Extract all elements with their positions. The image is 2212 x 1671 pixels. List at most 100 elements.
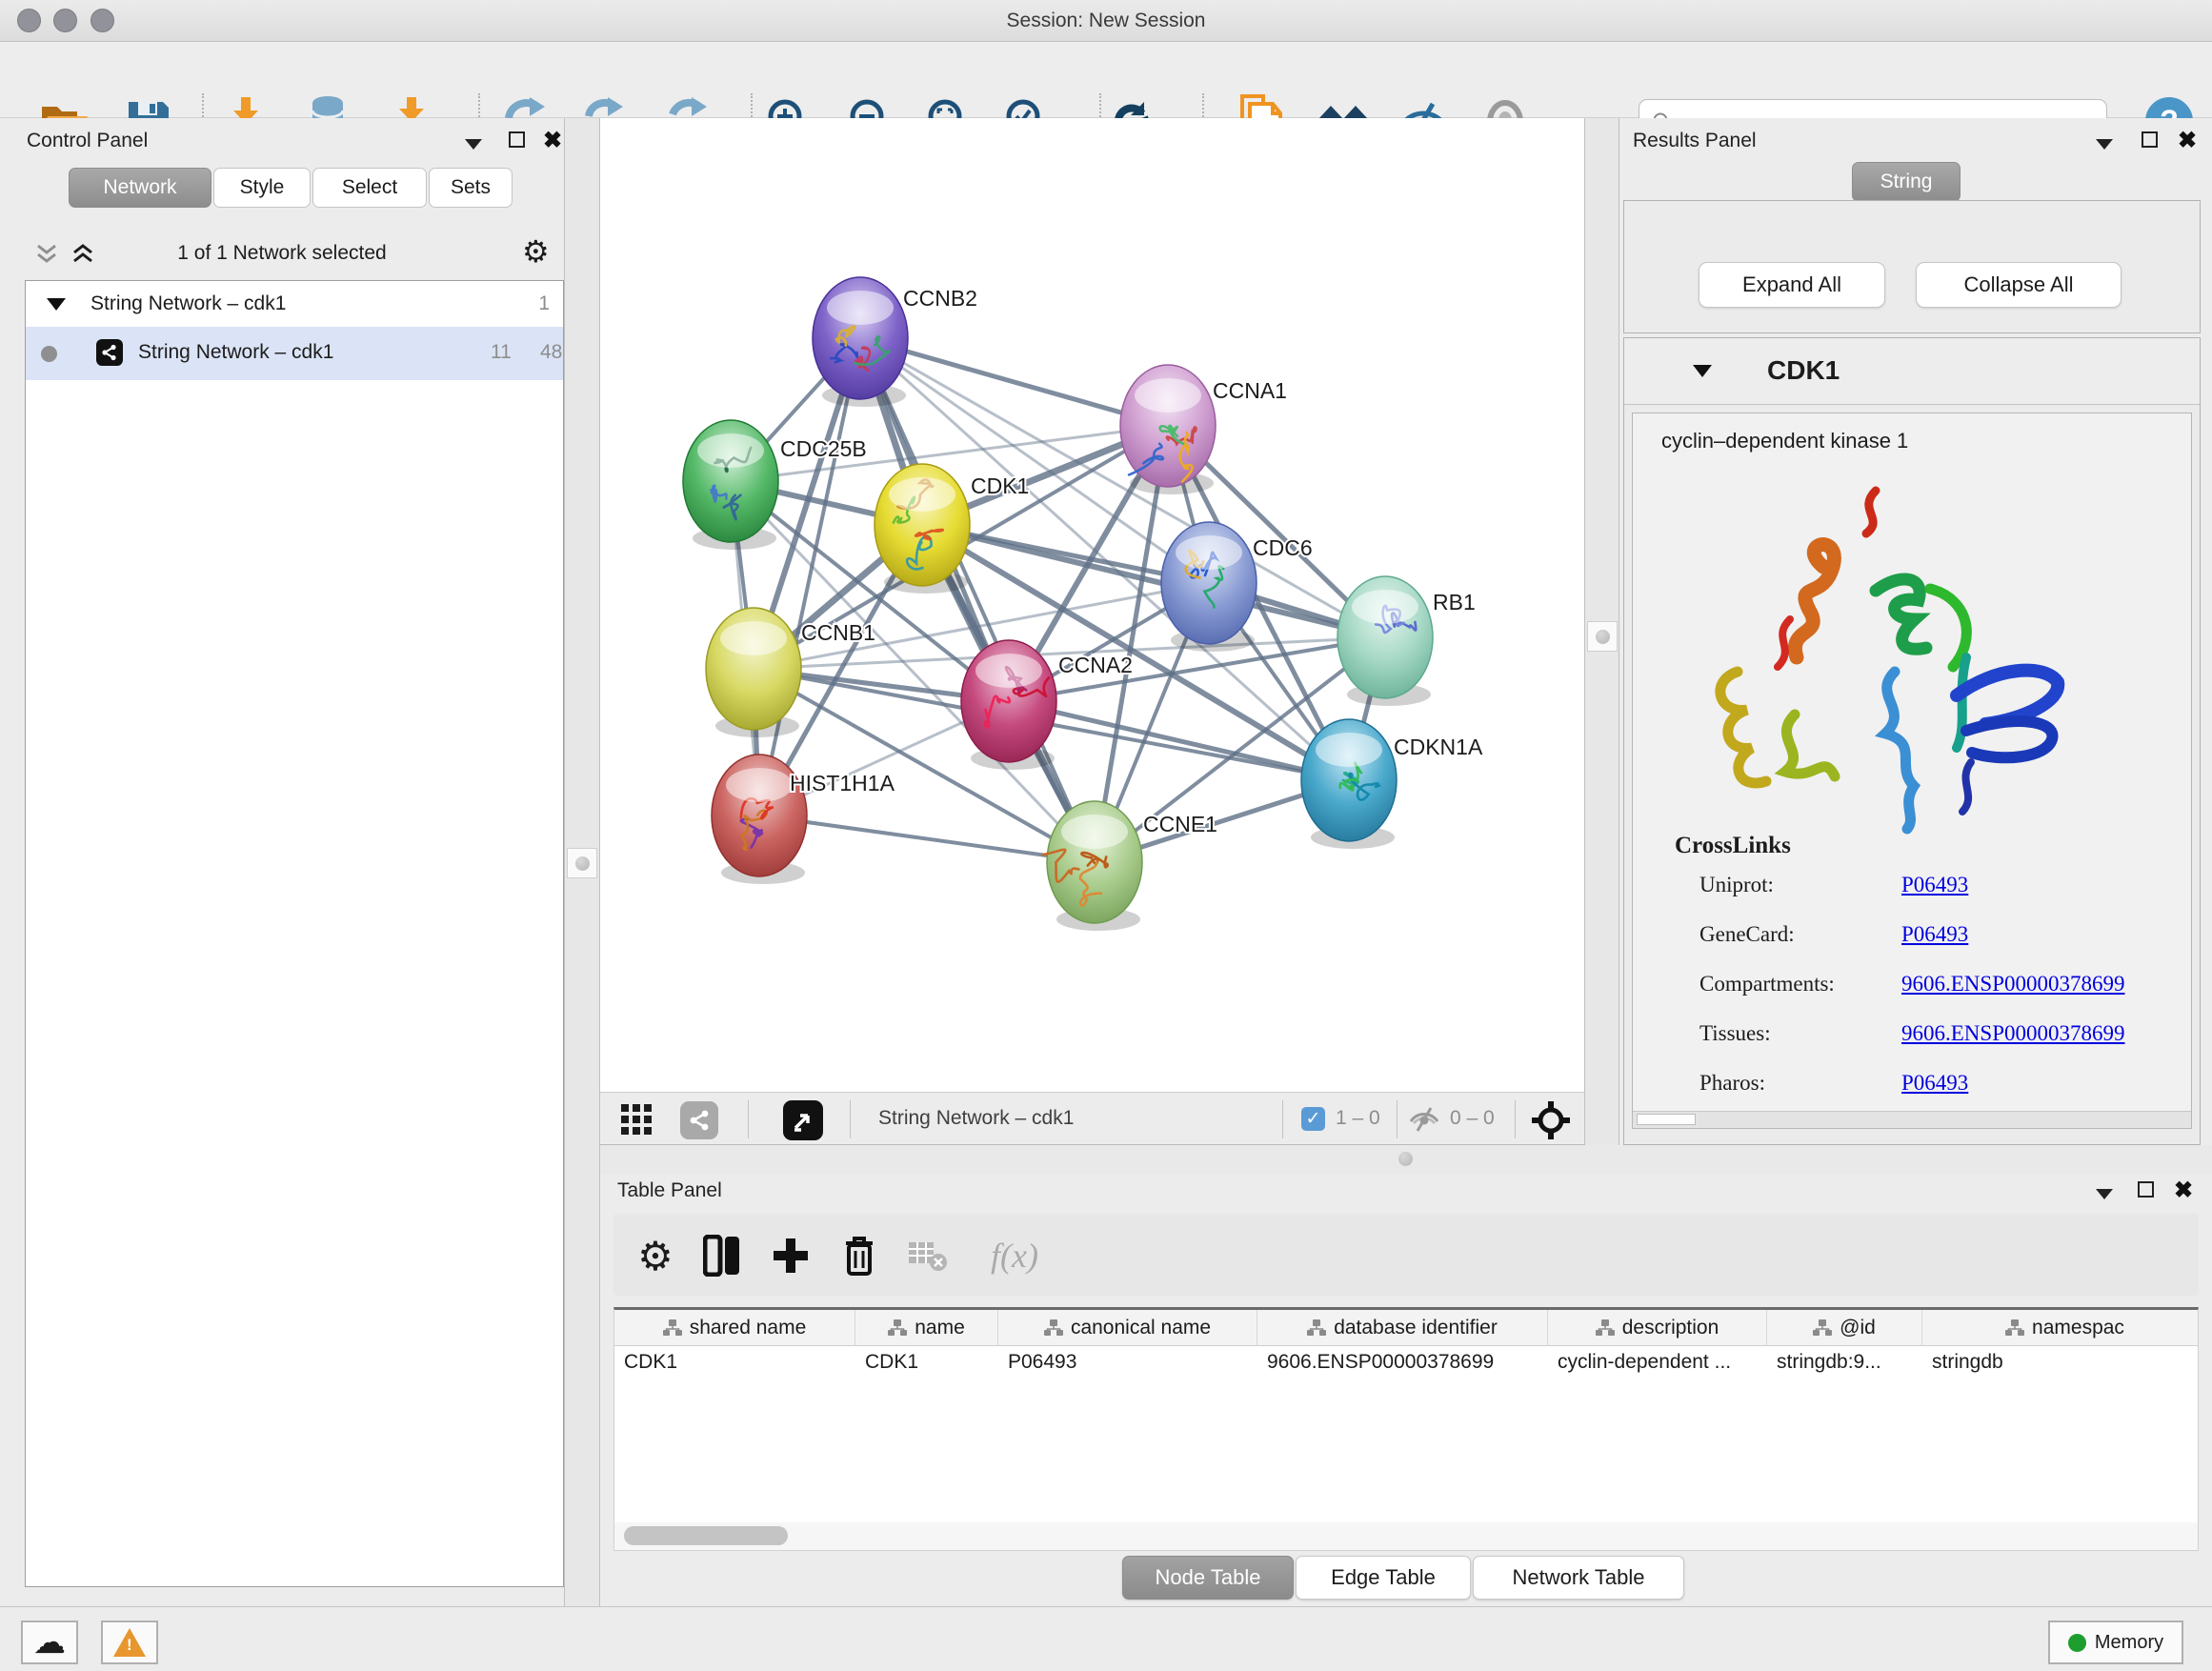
- protein-detail-area: cyclin–dependent kinase 1: [1632, 413, 2192, 1129]
- node-table-data-row[interactable]: CDK1CDK1P064939606.ENSP00000378699cyclin…: [614, 1346, 2198, 1380]
- tab-style[interactable]: Style: [213, 168, 311, 208]
- node-label-CCNB2: CCNB2: [903, 286, 977, 311]
- memory-button[interactable]: Memory: [2048, 1621, 2183, 1664]
- network-node-CCNB2[interactable]: [813, 277, 908, 407]
- table-cell[interactable]: P06493: [998, 1346, 1257, 1380]
- network-list: String Network – cdk1 1 String Network –…: [25, 280, 564, 1587]
- network-node-CCNB1[interactable]: [706, 608, 801, 737]
- tab-string[interactable]: String: [1852, 162, 1961, 202]
- tab-network-table[interactable]: Network Table: [1473, 1556, 1684, 1600]
- network-node-CDK1[interactable]: [875, 464, 970, 594]
- collection-expander-icon[interactable]: [47, 298, 66, 311]
- table-hscroll-thumb[interactable]: [624, 1526, 788, 1545]
- current-network-name: String Network – cdk1: [878, 1093, 1074, 1144]
- table-cell[interactable]: stringdb:9...: [1767, 1346, 1922, 1380]
- crosslink-link[interactable]: 9606.ENSP00000378699: [1901, 972, 2125, 997]
- expand-all-button[interactable]: Expand All: [1699, 262, 1885, 308]
- protein-detail-hscrollbar[interactable]: [1633, 1111, 2191, 1128]
- protein-expander-icon[interactable]: [1693, 365, 1712, 377]
- protein-detail-hscroll-thumb[interactable]: [1637, 1114, 1696, 1125]
- table-cell[interactable]: CDK1: [614, 1346, 855, 1380]
- collapse-all-button[interactable]: Collapse All: [1916, 262, 2122, 308]
- selected-checkbox-icon[interactable]: ✓: [1301, 1107, 1325, 1131]
- column-header--id[interactable]: @id: [1767, 1310, 1922, 1346]
- network-options-gear-icon[interactable]: ⚙: [522, 236, 550, 267]
- warning-button[interactable]: !: [101, 1621, 158, 1664]
- crosslink-link[interactable]: P06493: [1901, 1071, 1968, 1096]
- edge-CCNB2-HIST1H1A: [759, 338, 860, 815]
- delete-table-icon[interactable]: [903, 1231, 953, 1280]
- crosslink-label: GeneCard:: [1699, 922, 1795, 947]
- table-panel-collapse-icon[interactable]: [2096, 1187, 2113, 1204]
- column-header-label: description: [1622, 1317, 1719, 1339]
- crosslink-row: Tissues: 9606.ENSP00000378699: [1699, 1021, 2176, 1071]
- results-panel-close-icon[interactable]: ✖: [2178, 131, 2197, 151]
- protein-header-row[interactable]: CDK1: [1624, 338, 2200, 405]
- table-cell[interactable]: CDK1: [855, 1346, 998, 1380]
- results-panel-collapse-icon[interactable]: [2096, 137, 2113, 154]
- collection-label: String Network – cdk1: [90, 292, 286, 315]
- left-splitter[interactable]: [564, 118, 600, 1606]
- horizontal-splitter[interactable]: [600, 1145, 2212, 1174]
- table-settings-gear-icon[interactable]: ⚙: [631, 1231, 680, 1280]
- edge-CCNB2-CCNE1: [860, 338, 1095, 862]
- share-network-icon[interactable]: [680, 1101, 718, 1139]
- column-header-namespac[interactable]: namespac: [1922, 1310, 2199, 1346]
- table-cell[interactable]: cyclin-dependent ...: [1548, 1346, 1767, 1380]
- delete-column-icon[interactable]: [835, 1231, 884, 1280]
- hidden-eye-icon[interactable]: [1408, 1105, 1440, 1138]
- horizontal-splitter-handle[interactable]: [1398, 1152, 1413, 1166]
- table-cell[interactable]: stringdb: [1922, 1346, 2199, 1380]
- table-cell[interactable]: 9606.ENSP00000378699: [1257, 1346, 1548, 1380]
- control-panel: Control Panel ✖ Network Style Select Set…: [0, 118, 564, 1606]
- network-canvas[interactable]: CCNB2CCNA1CDC25BCDK1CDC6RB1CCNB1CCNA2CDK…: [600, 118, 1584, 1092]
- control-panel-collapse-icon[interactable]: [465, 137, 482, 154]
- network-row[interactable]: String Network – cdk1 11 48: [26, 327, 563, 380]
- network-node-CCNE1[interactable]: [1043, 801, 1142, 931]
- function-builder-icon[interactable]: f(x): [972, 1231, 1057, 1280]
- add-column-icon[interactable]: [766, 1231, 815, 1280]
- toggle-columns-icon[interactable]: [697, 1231, 747, 1280]
- column-header-shared-name[interactable]: shared name: [614, 1310, 855, 1346]
- network-node-CDC25B[interactable]: [683, 420, 778, 550]
- string-network-icon: [96, 339, 123, 366]
- table-panel-close-icon[interactable]: ✖: [2174, 1181, 2193, 1200]
- results-panel-float-icon[interactable]: [2142, 131, 2158, 152]
- window-title: Session: New Session: [0, 0, 2212, 42]
- edge-CCNA2-CDKN1A: [1009, 701, 1349, 780]
- crosslink-label: Tissues:: [1699, 1021, 1771, 1046]
- control-panel-float-icon[interactable]: [509, 131, 525, 152]
- column-header-database-identifier[interactable]: database identifier: [1257, 1310, 1548, 1346]
- right-splitter[interactable]: [1584, 118, 1619, 1145]
- crosslink-link[interactable]: P06493: [1901, 922, 1968, 947]
- network-collection-row[interactable]: String Network – cdk1 1: [26, 281, 563, 327]
- tab-sets[interactable]: Sets: [429, 168, 513, 208]
- table-panel-float-icon[interactable]: [2138, 1181, 2154, 1202]
- crosslink-link[interactable]: P06493: [1901, 873, 1968, 897]
- column-header-description[interactable]: description: [1548, 1310, 1767, 1346]
- network-node-CDC6[interactable]: [1161, 522, 1257, 652]
- cloud-button[interactable]: ☁: [21, 1621, 78, 1664]
- column-header-canonical-name[interactable]: canonical name: [998, 1310, 1257, 1346]
- control-panel-close-icon[interactable]: ✖: [543, 131, 562, 151]
- toolbar-separator: [850, 1100, 851, 1138]
- network-node-CDKN1A[interactable]: [1301, 719, 1397, 849]
- tab-node-table[interactable]: Node Table: [1122, 1556, 1294, 1600]
- column-header-name[interactable]: name: [855, 1310, 998, 1346]
- crosshair-target-icon[interactable]: [1532, 1101, 1570, 1144]
- node-label-RB1: RB1: [1433, 590, 1476, 614]
- left-splitter-handle[interactable]: [567, 848, 597, 878]
- birdseye-view-icon[interactable]: [783, 1100, 823, 1140]
- table-hscrollbar[interactable]: [613, 1522, 2199, 1551]
- right-splitter-handle[interactable]: [1587, 621, 1618, 652]
- network-node-CCNA2[interactable]: [961, 640, 1056, 770]
- tab-network[interactable]: Network: [69, 168, 211, 208]
- node-label-CCNB1: CCNB1: [801, 620, 875, 645]
- tab-edge-table[interactable]: Edge Table: [1296, 1556, 1471, 1600]
- tab-select[interactable]: Select: [312, 168, 427, 208]
- toolbar-separator: [1397, 1100, 1398, 1138]
- network-node-RB1[interactable]: [1337, 576, 1433, 706]
- network-node-CCNA1[interactable]: [1120, 365, 1216, 494]
- crosslink-link[interactable]: 9606.ENSP00000378699: [1901, 1021, 2125, 1046]
- grid-view-icon[interactable]: [621, 1104, 654, 1139]
